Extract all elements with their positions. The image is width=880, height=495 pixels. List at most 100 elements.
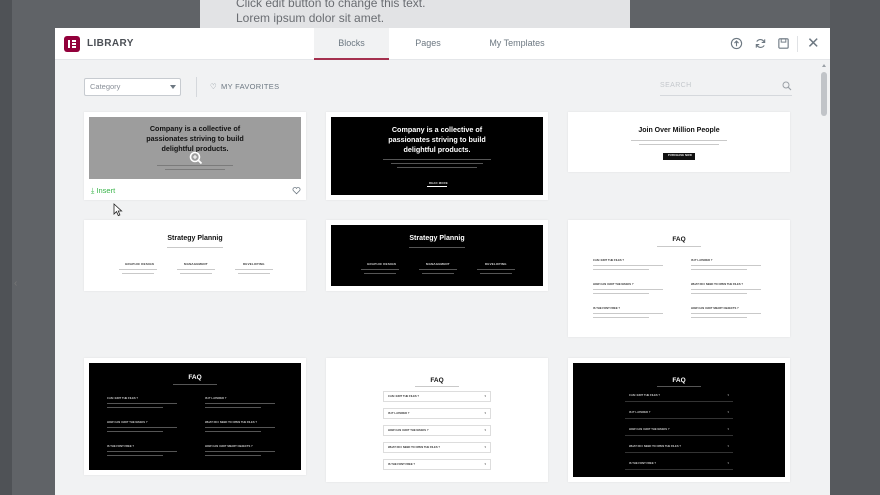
preview-title: passionates striving to build xyxy=(146,134,244,143)
accordion-item: HOW CAN I EDIT THE MASKS ? ▾ xyxy=(625,425,733,436)
template-preview[interactable]: Strategy Plannig GRAPHIC DESIGN MANAGEME… xyxy=(331,225,543,286)
insert-button[interactable]: ⤓ Insert xyxy=(91,186,115,196)
preview-title: FAQ xyxy=(672,377,686,384)
search-placeholder: SEARCH xyxy=(660,82,692,89)
preview-title: FAQ xyxy=(672,236,686,243)
preview-column-label: GRAPHIC DESIGN xyxy=(367,262,396,266)
accordion-item: CAN I EDIT THE FILES ? ▾ xyxy=(383,391,491,402)
preview-title: Join Over Million People xyxy=(638,127,720,134)
library-modal: LIBRARY Blocks Pages My Templates ✕ Cate… xyxy=(55,28,830,495)
accordion-item: HOW CAN I EDIT THE MASKS ? ▾ xyxy=(383,425,491,436)
template-preview[interactable]: Company is a collective of passionates s… xyxy=(89,117,301,179)
my-favorites-label: MY FAVORITES xyxy=(221,82,280,91)
preview-column-label: GRAPHIC DESIGN xyxy=(125,262,154,266)
faq-question: IS THE FONT FREE ? xyxy=(107,445,135,448)
template-card[interactable]: Company is a collective of passionates s… xyxy=(84,112,306,200)
accordion-item: IS THE FONT FREE ? ▾ xyxy=(383,459,491,470)
collapse-arrow-icon: ‹ xyxy=(14,278,18,289)
template-preview[interactable]: FAQ CAN I EDIT THE FILES ? IS IT LAYERED… xyxy=(573,225,785,332)
scroll-thumb[interactable] xyxy=(821,72,827,116)
save-icon[interactable] xyxy=(777,37,790,50)
accordion-item: WHAT DO I NEED TO OPEN THE FILES ? ▾ xyxy=(383,442,491,453)
template-preview[interactable]: Company is a collective of passionates s… xyxy=(331,117,543,195)
accordion-item: IS THE FONT FREE ? ▾ xyxy=(625,459,733,470)
faq-question: IS IT LAYERED ? xyxy=(691,259,713,262)
preview-title: FAQ xyxy=(430,377,444,384)
accordion-label: IS THE FONT FREE ? xyxy=(629,462,657,465)
tab-my-templates[interactable]: My Templates xyxy=(467,28,567,60)
template-card[interactable]: FAQ CAN I EDIT THE FILES ? IS IT LAYERED… xyxy=(84,358,306,475)
preview-title: FAQ xyxy=(188,374,202,381)
faq-question: HOW CAN I EDIT THE MASKS ? xyxy=(593,283,634,286)
tab-blocks[interactable]: Blocks xyxy=(314,28,389,60)
template-preview[interactable]: Join Over Million People PURCHASE NOW xyxy=(573,117,785,167)
accordion-label: HOW CAN I EDIT THE MASKS ? xyxy=(629,428,670,431)
faq-question: WHAT DO I NEED TO OPEN THE FILES ? xyxy=(205,421,258,424)
editor-right-area xyxy=(830,0,880,495)
faq-question: IS IT LAYERED ? xyxy=(205,397,227,400)
faq-question: HOW CAN I EDIT THE MASKS ? xyxy=(107,421,148,424)
insert-label: Insert xyxy=(96,186,116,195)
library-toolbar: Category ♡ MY FAVORITES SEARCH xyxy=(55,60,830,110)
modal-title: LIBRARY xyxy=(87,38,134,49)
editor-text-line-2: Lorem ipsum dolor sit amet. xyxy=(236,11,385,25)
category-select-value: Category xyxy=(90,82,121,91)
preview-button-label: READ MORE xyxy=(429,181,448,185)
preview-title: Strategy Plannig xyxy=(409,235,465,242)
editor-text-line-1: Click edit button to change this text. xyxy=(236,0,426,10)
template-card[interactable]: Join Over Million People PURCHASE NOW xyxy=(568,112,790,172)
template-card[interactable]: FAQ CAN I EDIT THE FILES ? IS IT LAYERED… xyxy=(568,220,790,337)
toolbar-separator xyxy=(196,77,197,97)
preview-column-label: DEVELOPING xyxy=(243,262,265,266)
template-preview[interactable]: Strategy Plannig GRAPHIC DESIGN MANAGEME… xyxy=(89,225,301,286)
faq-question: HOW CAN I EDIT SMART OBJECTS ? xyxy=(205,445,253,448)
template-preview[interactable]: FAQ CAN I EDIT THE FILES ? ▾ IS IT LAYERE… xyxy=(331,363,543,477)
template-preview[interactable]: FAQ CAN I EDIT THE FILES ? ▾ IS IT LAYERE… xyxy=(573,363,785,477)
faq-question: HOW CAN I EDIT SMART OBJECTS ? xyxy=(691,307,739,310)
caret-down-icon xyxy=(170,85,176,89)
accordion-label: IS THE FONT FREE ? xyxy=(388,463,416,466)
preview-column-label: DEVELOPING xyxy=(485,262,507,266)
mouse-cursor-icon xyxy=(113,203,123,217)
faq-question: IS THE FONT FREE ? xyxy=(593,307,621,310)
scrollbar[interactable] xyxy=(820,64,828,495)
preview-button-label: PURCHASE NOW xyxy=(668,154,693,157)
template-card[interactable]: FAQ CAN I EDIT THE FILES ? ▾ IS IT LAYERE… xyxy=(568,358,790,482)
scroll-up-arrow-icon[interactable] xyxy=(822,64,826,67)
accordion-item: IS IT LAYERED ? ▾ xyxy=(625,408,733,419)
preview-title: Strategy Plannig xyxy=(167,235,223,242)
favorite-heart-icon[interactable] xyxy=(292,186,301,195)
accordion-label: WHAT DO I NEED TO OPEN THE FILES ? xyxy=(629,445,682,448)
header-separator xyxy=(797,36,798,52)
template-card[interactable]: Company is a collective of passionates s… xyxy=(326,112,548,200)
faq-question: CAN I EDIT THE FILES ? xyxy=(593,259,625,262)
faq-question: CAN I EDIT THE FILES ? xyxy=(107,397,139,400)
accordion-label: IS IT LAYERED ? xyxy=(629,411,651,414)
accordion-label: WHAT DO I NEED TO OPEN THE FILES ? xyxy=(388,446,441,449)
accordion-label: HOW CAN I EDIT THE MASKS ? xyxy=(388,429,429,432)
template-card[interactable]: FAQ CAN I EDIT THE FILES ? ▾ IS IT LAYERE… xyxy=(326,358,548,482)
heart-icon: ♡ xyxy=(210,82,218,91)
sync-icon[interactable] xyxy=(754,37,767,50)
preview-title: passionates striving to build xyxy=(388,135,486,144)
accordion-label: IS IT LAYERED ? xyxy=(388,412,410,415)
accordion-label: CAN I EDIT THE FILES ? xyxy=(388,395,420,398)
upload-icon[interactable] xyxy=(730,37,743,50)
zoom-icon[interactable] xyxy=(189,151,203,165)
close-icon[interactable]: ✕ xyxy=(807,35,820,52)
preview-column-label: MANAGEMENT xyxy=(184,262,208,266)
template-card[interactable]: Strategy Plannig GRAPHIC DESIGN MANAGEME… xyxy=(84,220,306,291)
category-select[interactable]: Category xyxy=(84,78,181,96)
preview-title: Company is a collective of xyxy=(391,125,483,134)
modal-header: LIBRARY Blocks Pages My Templates ✕ xyxy=(55,28,830,60)
accordion-label: CAN I EDIT THE FILES ? xyxy=(629,394,661,397)
tab-pages[interactable]: Pages xyxy=(389,28,467,60)
template-preview[interactable]: FAQ CAN I EDIT THE FILES ? IS IT LAYERED… xyxy=(89,363,301,470)
search-input[interactable]: SEARCH xyxy=(660,80,792,96)
preview-title: Company is a collective of xyxy=(149,124,241,133)
my-favorites-filter[interactable]: ♡ MY FAVORITES xyxy=(210,82,279,91)
faq-question: WHAT DO I NEED TO OPEN THE FILES ? xyxy=(691,283,744,286)
accordion-item: CAN I EDIT THE FILES ? ▾ xyxy=(625,391,733,402)
preview-title: delightful products. xyxy=(403,145,471,154)
template-card[interactable]: Strategy Plannig GRAPHIC DESIGN MANAGEME… xyxy=(326,220,548,291)
